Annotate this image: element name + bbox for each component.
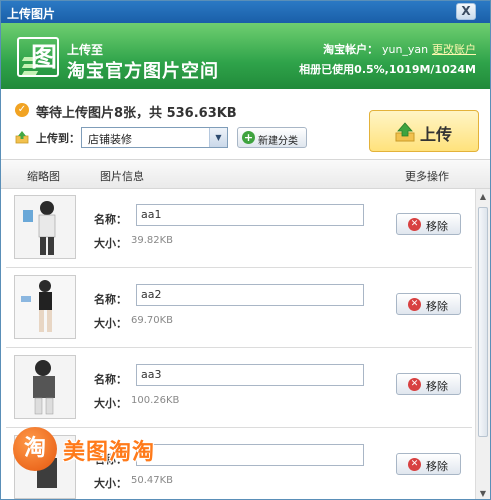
remove-label: 移除 <box>426 460 448 473</box>
name-label: 名称： <box>94 373 127 386</box>
size-value: 69.70KB <box>131 315 174 326</box>
watermark-logo: 淘 美图淘淘 <box>13 427 193 471</box>
size-label: 大小： <box>94 237 127 250</box>
category-select[interactable]: 店铺装修 ▼ <box>81 127 228 148</box>
picture-space-logo-icon: 图 <box>17 37 59 77</box>
name-input[interactable]: aa1 <box>136 204 364 226</box>
list-item: 名称： aa2 大小： 69.70KB ✕ 移除 <box>6 269 472 348</box>
watermark-text: 美图淘淘 <box>63 440 156 465</box>
scroll-up-icon[interactable]: ▲ <box>476 189 490 204</box>
name-label: 名称： <box>94 293 127 306</box>
change-account-link[interactable]: 更改账户 <box>432 43 476 56</box>
upload-info-bar: ✓ 等待上传图片8张，共 536.63KB 上传到： 店铺装修 ▼ + 新建分类… <box>1 89 490 159</box>
name-input[interactable]: aa3 <box>136 364 364 386</box>
close-button[interactable]: X <box>456 3 476 20</box>
category-select-value: 店铺装修 <box>88 133 132 146</box>
thumbnail-image <box>14 275 76 339</box>
space-name: 淘宝官方图片空间 <box>67 61 219 82</box>
account-user: yun_yan <box>381 43 429 56</box>
thumbnail-image <box>14 355 76 419</box>
taotao-badge-icon: 淘 <box>13 427 57 471</box>
window-title: 上传图片 <box>7 7 56 21</box>
close-icon: X <box>461 4 471 18</box>
remove-label: 移除 <box>426 220 448 233</box>
chevron-down-icon[interactable]: ▼ <box>209 128 227 147</box>
size-label: 大小： <box>94 317 127 330</box>
name-input[interactable]: aa2 <box>136 284 364 306</box>
upload-to-label: 上传到： <box>36 132 80 145</box>
list-scrollbar[interactable]: ▲ ▼ <box>475 189 490 499</box>
upload-folder-icon <box>15 131 29 144</box>
size-value: 50.47KB <box>131 475 174 486</box>
size-value: 39.82KB <box>131 235 174 246</box>
size-value: 100.26KB <box>131 395 180 406</box>
column-header: 缩略图 图片信息 更多操作 <box>1 159 490 189</box>
scrollbar-thumb[interactable] <box>478 207 488 437</box>
account-label: 淘宝帐户： <box>323 43 379 56</box>
column-thumbnail: 缩略图 <box>27 170 60 183</box>
upload-arrow-icon <box>395 122 415 142</box>
waiting-summary: 等待上传图片8张，共 536.63KB <box>36 106 237 121</box>
new-category-label: 新建分类 <box>258 136 298 147</box>
remove-label: 移除 <box>426 380 448 393</box>
title-bar[interactable]: 上传图片 X <box>1 1 490 23</box>
list-item: 名称： aa1 大小： 39.82KB ✕ 移除 <box>6 189 472 268</box>
list-item: 名称： aa3 大小： 100.26KB ✕ 移除 <box>6 349 472 428</box>
upload-window: 上传图片 X 图 上传至 淘宝官方图片空间 淘宝帐户： yun_yan 更改账户… <box>0 0 491 500</box>
name-label: 名称： <box>94 213 127 226</box>
thumbnail-image <box>14 195 76 259</box>
album-usage: 相册已使用0.5%,1019M/1024M <box>299 63 476 76</box>
upload-to-caption: 上传至 <box>67 43 104 57</box>
column-info: 图片信息 <box>100 170 144 183</box>
size-label: 大小： <box>94 477 127 490</box>
scroll-down-icon[interactable]: ▼ <box>476 486 490 499</box>
new-category-button[interactable]: + 新建分类 <box>237 127 307 148</box>
remove-icon: ✕ <box>408 298 421 311</box>
remove-icon: ✕ <box>408 218 421 231</box>
account-info: 淘宝帐户： yun_yan 更改账户 <box>323 41 476 57</box>
remove-button[interactable]: ✕ 移除 <box>396 293 461 315</box>
remove-label: 移除 <box>426 300 448 313</box>
check-icon: ✓ <box>15 103 29 117</box>
remove-button[interactable]: ✕ 移除 <box>396 453 461 475</box>
plus-icon: + <box>242 131 255 144</box>
remove-button[interactable]: ✕ 移除 <box>396 213 461 235</box>
banner: 图 上传至 淘宝官方图片空间 淘宝帐户： yun_yan 更改账户 相册已使用0… <box>1 23 490 89</box>
remove-icon: ✕ <box>408 378 421 391</box>
remove-button[interactable]: ✕ 移除 <box>396 373 461 395</box>
size-label: 大小： <box>94 397 127 410</box>
upload-button[interactable]: 上传 <box>369 110 479 152</box>
upload-button-label: 上传 <box>420 125 453 144</box>
remove-icon: ✕ <box>408 458 421 471</box>
column-more-actions: 更多操作 <box>405 170 449 183</box>
